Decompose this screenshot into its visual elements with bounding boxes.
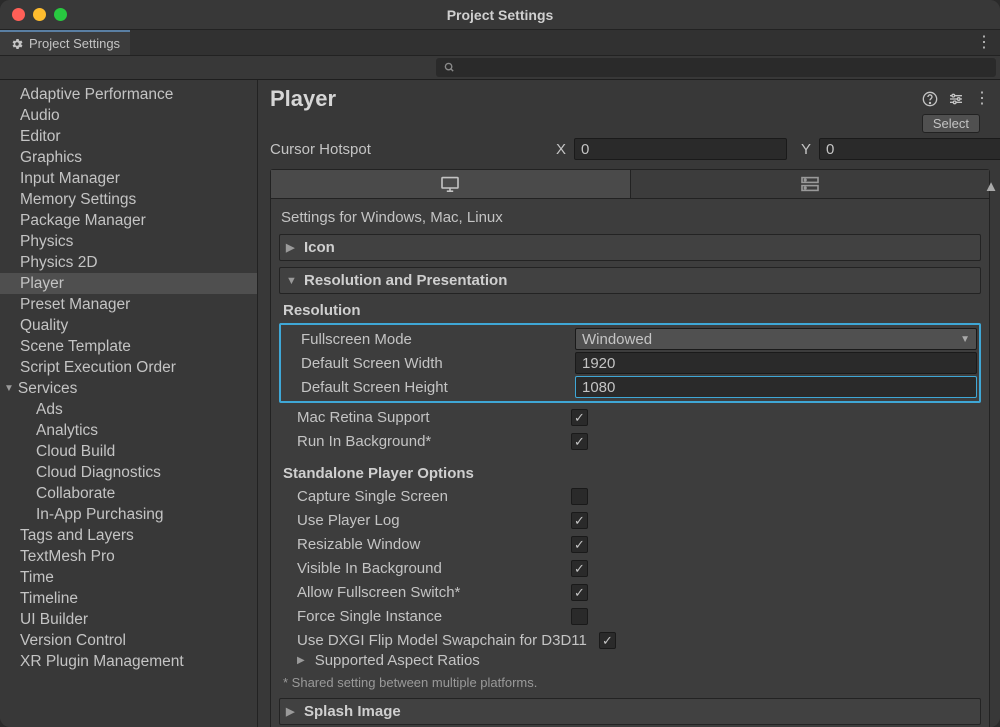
titlebar: Project Settings xyxy=(0,0,1000,30)
sidebar-item-cloud-build[interactable]: Cloud Build xyxy=(0,441,257,462)
sidebar-item-tags-layers[interactable]: Tags and Layers xyxy=(0,525,257,546)
search-icon xyxy=(444,62,455,73)
capture-single-screen-label: Capture Single Screen xyxy=(279,488,571,505)
platform-panel: Settings for Windows, Mac, Linux ▶Icon ▼… xyxy=(270,199,990,727)
chevron-down-icon: ▼ xyxy=(286,275,298,287)
sidebar-item-ads[interactable]: Ads xyxy=(0,399,257,420)
chevron-right-icon: ▶ xyxy=(286,241,298,254)
tab-server[interactable] xyxy=(631,170,990,198)
tab-label: Project Settings xyxy=(29,36,120,51)
settings-scroll[interactable]: ▲ Cursor Hotspot X Y xyxy=(258,137,1000,727)
default-width-label: Default Screen Width xyxy=(283,355,575,372)
sidebar-item-in-app-purchasing[interactable]: In-App Purchasing xyxy=(0,504,257,525)
sidebar-item-analytics[interactable]: Analytics xyxy=(0,420,257,441)
sidebar-item-graphics[interactable]: Graphics xyxy=(0,147,257,168)
player-settings-panel: Player ⋮ Select ▲ Cursor Hotspot X Y xyxy=(258,80,1000,727)
tab-standalone[interactable] xyxy=(271,170,631,198)
force-single-instance-checkbox[interactable] xyxy=(571,608,588,625)
vertical-dots-icon: ⋮ xyxy=(976,35,992,51)
content: Adaptive Performance Audio Editor Graphi… xyxy=(0,80,1000,727)
sidebar-item-scene-template[interactable]: Scene Template xyxy=(0,336,257,357)
gear-icon xyxy=(10,37,24,51)
foldout-icon[interactable]: ▶Icon xyxy=(279,234,981,261)
search-bar xyxy=(0,56,1000,80)
help-icon[interactable] xyxy=(922,91,938,107)
chevron-right-icon: ▶ xyxy=(286,705,298,718)
dxgi-flip-label: Use DXGI Flip Model Swapchain for D3D11 xyxy=(279,632,599,649)
sidebar-item-package-manager[interactable]: Package Manager xyxy=(0,210,257,231)
sidebar-item-preset-manager[interactable]: Preset Manager xyxy=(0,294,257,315)
use-player-log-checkbox[interactable]: ✓ xyxy=(571,512,588,529)
supported-aspect-ratios-foldout[interactable]: ▶Supported Aspect Ratios xyxy=(279,652,981,669)
visible-in-background-label: Visible In Background xyxy=(279,560,571,577)
chevron-down-icon: ▼ xyxy=(960,334,970,345)
default-height-label: Default Screen Height xyxy=(283,379,575,396)
sidebar-item-time[interactable]: Time xyxy=(0,567,257,588)
tab-bar: Project Settings ⋮ xyxy=(0,30,1000,56)
run-background-label: Run In Background* xyxy=(279,433,571,450)
chevron-right-icon: ▶ xyxy=(297,655,305,666)
chevron-down-icon: ▼ xyxy=(4,383,14,394)
allow-fullscreen-switch-label: Allow Fullscreen Switch* xyxy=(279,584,571,601)
sidebar-item-memory-settings[interactable]: Memory Settings xyxy=(0,189,257,210)
sidebar-item-audio[interactable]: Audio xyxy=(0,105,257,126)
sidebar-item-services[interactable]: ▼Services xyxy=(0,378,257,399)
foldout-resolution[interactable]: ▼Resolution and Presentation xyxy=(279,267,981,294)
x-label: X xyxy=(550,141,566,158)
force-single-instance-label: Force Single Instance xyxy=(279,608,571,625)
platform-tabs xyxy=(270,169,990,199)
project-settings-window: Project Settings Project Settings ⋮ Adap… xyxy=(0,0,1000,727)
page-title: Player xyxy=(270,86,336,112)
run-background-checkbox[interactable]: ✓ xyxy=(571,433,588,450)
window-title: Project Settings xyxy=(0,7,1000,23)
sidebar-item-physics-2d[interactable]: Physics 2D xyxy=(0,252,257,273)
mac-retina-label: Mac Retina Support xyxy=(279,409,571,426)
default-height-input[interactable] xyxy=(575,376,977,398)
shared-setting-note: * Shared setting between multiple platfo… xyxy=(279,669,981,694)
sidebar-item-cloud-diagnostics[interactable]: Cloud Diagnostics xyxy=(0,462,257,483)
preset-icon[interactable] xyxy=(948,91,964,107)
sidebar-item-adaptive-performance[interactable]: Adaptive Performance xyxy=(0,84,257,105)
resizable-window-label: Resizable Window xyxy=(279,536,571,553)
scroll-up-icon[interactable]: ▲ xyxy=(984,179,998,193)
tab-menu-button[interactable]: ⋮ xyxy=(976,30,1000,55)
resizable-window-checkbox[interactable]: ✓ xyxy=(571,536,588,553)
use-player-log-label: Use Player Log xyxy=(279,512,571,529)
sidebar-item-physics[interactable]: Physics xyxy=(0,231,257,252)
tab-project-settings[interactable]: Project Settings xyxy=(0,30,130,55)
sidebar-item-timeline[interactable]: Timeline xyxy=(0,588,257,609)
y-label: Y xyxy=(795,141,811,158)
highlighted-resolution-group: Fullscreen Mode Windowed ▼ Default Scree… xyxy=(279,323,981,403)
search-input[interactable] xyxy=(436,58,996,77)
sidebar-item-editor[interactable]: Editor xyxy=(0,126,257,147)
sidebar-item-version-control[interactable]: Version Control xyxy=(0,630,257,651)
capture-single-screen-checkbox[interactable] xyxy=(571,488,588,505)
sidebar-item-player[interactable]: Player xyxy=(0,273,257,294)
resolution-header: Resolution xyxy=(279,300,981,321)
visible-in-background-checkbox[interactable]: ✓ xyxy=(571,560,588,577)
sidebar-item-script-execution-order[interactable]: Script Execution Order xyxy=(0,357,257,378)
sidebar-item-xr-plugin-management[interactable]: XR Plugin Management xyxy=(0,651,257,672)
fullscreen-mode-dropdown[interactable]: Windowed ▼ xyxy=(575,328,977,350)
foldout-splash[interactable]: ▶Splash Image xyxy=(279,698,981,725)
settings-for-label: Settings for Windows, Mac, Linux xyxy=(279,205,981,234)
sidebar-item-input-manager[interactable]: Input Manager xyxy=(0,168,257,189)
mac-retina-checkbox[interactable]: ✓ xyxy=(571,409,588,426)
standalone-header: Standalone Player Options xyxy=(279,463,981,484)
default-width-input[interactable] xyxy=(575,352,977,374)
sidebar-item-quality[interactable]: Quality xyxy=(0,315,257,336)
sidebar: Adaptive Performance Audio Editor Graphi… xyxy=(0,80,258,727)
fullscreen-mode-label: Fullscreen Mode xyxy=(283,331,575,348)
sidebar-item-ui-builder[interactable]: UI Builder xyxy=(0,609,257,630)
cursor-hotspot-label: Cursor Hotspot xyxy=(270,141,550,158)
sidebar-item-textmesh-pro[interactable]: TextMesh Pro xyxy=(0,546,257,567)
dxgi-flip-checkbox[interactable]: ✓ xyxy=(599,632,616,649)
allow-fullscreen-switch-checkbox[interactable]: ✓ xyxy=(571,584,588,601)
select-button[interactable]: Select xyxy=(922,114,980,133)
cursor-y-input[interactable] xyxy=(819,138,1000,160)
sidebar-item-collaborate[interactable]: Collaborate xyxy=(0,483,257,504)
cursor-x-input[interactable] xyxy=(574,138,787,160)
panel-menu-icon[interactable]: ⋮ xyxy=(974,91,990,107)
